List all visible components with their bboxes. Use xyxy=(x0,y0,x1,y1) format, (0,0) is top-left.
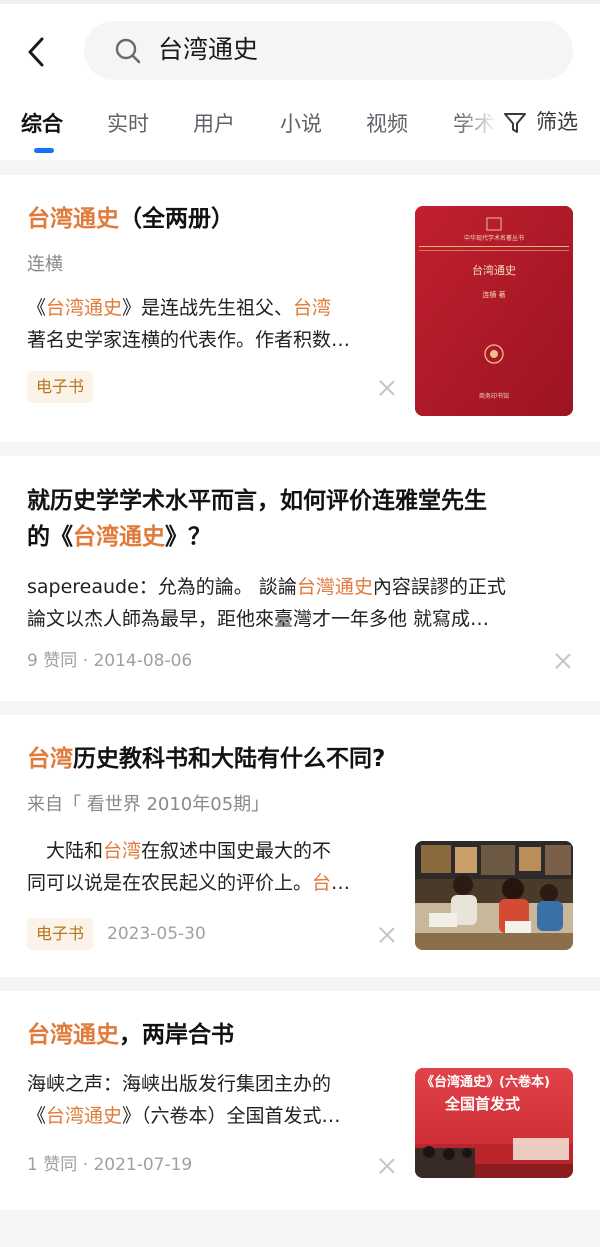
tab-all[interactable]: 综合 xyxy=(21,110,63,138)
result-card-question[interactable]: 就历史学学术水平而言，如何评价连雅堂先生 的《台湾通史》？ sapereaude… xyxy=(0,456,600,701)
dismiss-close-icon[interactable] xyxy=(379,1158,395,1174)
search-query-text: 台湾通史 xyxy=(158,35,259,64)
result-card-book[interactable]: 台湾通史（全两册） 连横 《台湾通史》是连战先生祖父、台湾 著名史学家连横的代表… xyxy=(0,175,600,442)
likes-and-date: 9 赞同 · 2014-08-06 xyxy=(27,651,193,671)
search-input[interactable]: 台湾通史 xyxy=(84,21,573,80)
result-title[interactable]: 就历史学学术水平而言，如何评价连雅堂先生 的《台湾通史》？ xyxy=(27,483,487,555)
result-excerpt: 大陆和台湾在叙述中国史最大的不 同可以说是在农民起义的评价上。台 xyxy=(27,835,393,899)
status-bar-strip xyxy=(0,0,600,4)
filter-label: 筛选 xyxy=(536,110,578,134)
result-card-news[interactable]: 台湾通史，两岸合书 海峡之声：海峡出版发行集团主办的 《台湾通史》（六卷本）全国… xyxy=(0,991,600,1210)
result-title[interactable]: 台湾通史（全两册） xyxy=(27,201,234,237)
excerpt-line: 《台湾通史》（六卷本）全国首发式 xyxy=(27,1100,393,1132)
active-tab-indicator xyxy=(34,148,54,153)
banner-line-1: 《台湾通史》(六卷本) xyxy=(421,1075,550,1090)
post-date: 2021-07-19 xyxy=(93,1155,193,1175)
article-source: 来自「 看世界 2010年05期」 xyxy=(27,794,270,815)
tab-novels[interactable]: 小说 xyxy=(280,110,322,138)
cover-author-text: 连横 著 xyxy=(482,291,506,299)
photo-art xyxy=(415,841,573,950)
launch-event-photo[interactable]: 《台湾通史》(六卷本) 全国首发式 xyxy=(415,1068,573,1178)
cover-publisher-text: 商务印书馆 xyxy=(478,393,509,400)
result-card-article[interactable]: 台湾历史教科书和大陆有什么不同? 来自「 看世界 2010年05期」 大陆和台湾… xyxy=(0,715,600,977)
excerpt-line: sapereaude：允為的論。 談論台灣通史內容誤謬的正式 xyxy=(27,576,506,598)
banner-line-2: 全国首发式 xyxy=(445,1095,521,1113)
cover-series-text: 中华现代学术名著丛书 xyxy=(463,235,524,242)
excerpt-line: 海峡之声：海峡出版发行集团主办的 xyxy=(27,1073,332,1095)
likes-count: 9 赞同 xyxy=(27,651,78,671)
ebook-tag: 电子书 xyxy=(27,918,94,950)
excerpt-line: 論文以杰人師為最早，距他來臺灣才一年多他 就寫成 xyxy=(27,603,575,635)
dismiss-close-icon[interactable] xyxy=(555,653,571,669)
result-title[interactable]: 台湾历史教科书和大陆有什么不同? xyxy=(27,741,385,777)
excerpt-line: 大陆和台湾在叙述中国史最大的不 xyxy=(27,840,332,862)
dismiss-close-icon[interactable] xyxy=(379,927,395,943)
search-header: 台湾通史 综合 实时 用户 小说 视频 学术 筛选 xyxy=(0,0,600,160)
back-button[interactable] xyxy=(18,30,54,74)
excerpt-line: 《台湾通史》是连战先生祖父、台湾 xyxy=(27,297,332,319)
tab-realtime[interactable]: 实时 xyxy=(107,110,149,138)
tab-users[interactable]: 用户 xyxy=(193,110,235,138)
children-reading-photo[interactable] xyxy=(415,841,573,950)
result-excerpt: 海峡之声：海峡出版发行集团主办的 《台湾通史》（六卷本）全国首发式 xyxy=(27,1068,393,1132)
book-cover-image[interactable]: 中华现代学术名著丛书 台湾通史 连横 著 商务印书馆 xyxy=(415,206,573,416)
excerpt-line: 同可以说是在农民起义的评价上。台 xyxy=(27,867,393,899)
filter-button[interactable]: 筛选 xyxy=(500,100,600,156)
book-author: 连横 xyxy=(27,254,63,275)
post-date: 2014-08-06 xyxy=(93,651,193,671)
dismiss-close-icon[interactable] xyxy=(379,380,395,396)
post-date: 2023-05-30 xyxy=(107,924,206,944)
result-title[interactable]: 台湾通史，两岸合书 xyxy=(27,1017,234,1053)
likes-count: 1 赞同 xyxy=(27,1155,78,1175)
tab-videos[interactable]: 视频 xyxy=(366,110,408,138)
search-icon xyxy=(115,38,141,64)
ebook-tag: 电子书 xyxy=(27,371,94,403)
result-excerpt: sapereaude：允為的論。 談論台灣通史內容誤謬的正式 論文以杰人師為最早… xyxy=(27,571,575,635)
excerpt-line: 著名史学家连横的代表作。作者积数 xyxy=(27,324,387,356)
likes-and-date: 1 赞同 · 2021-07-19 xyxy=(27,1155,193,1175)
filter-funnel-icon xyxy=(504,113,526,133)
cover-title-text: 台湾通史 xyxy=(472,264,516,277)
result-tabs: 综合 实时 用户 小说 视频 学术 筛选 xyxy=(0,100,600,160)
result-excerpt: 《台湾通史》是连战先生祖父、台湾 著名史学家连横的代表作。作者积数 xyxy=(27,292,387,356)
back-arrow-icon xyxy=(28,37,44,67)
